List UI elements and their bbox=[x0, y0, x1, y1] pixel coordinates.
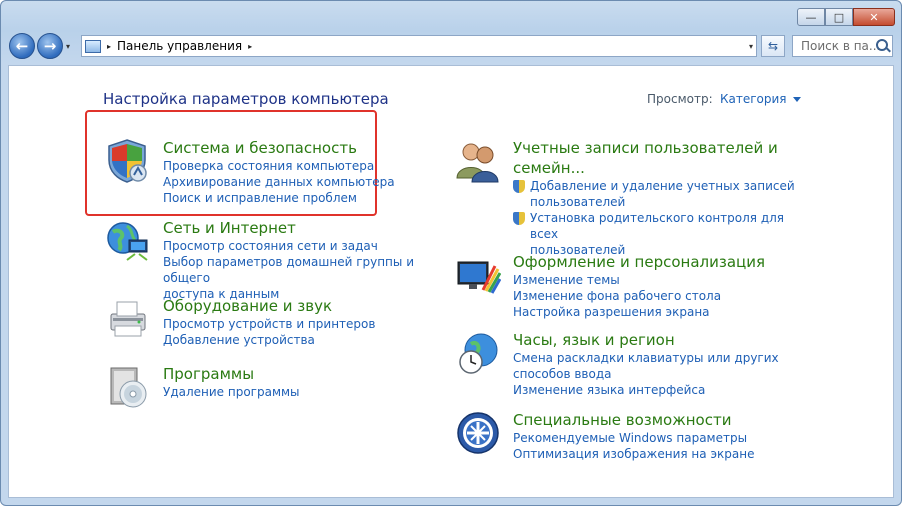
link-parental-controls[interactable]: Установка родительского контроля для все… bbox=[513, 210, 813, 242]
address-bar[interactable]: ▸ Панель управления ▸ ▾ bbox=[81, 35, 757, 57]
refresh-button[interactable]: ⇆ bbox=[761, 35, 785, 57]
accessibility-icon bbox=[457, 412, 499, 454]
category-title[interactable]: Программы bbox=[163, 364, 463, 384]
link-homegroup[interactable]: Выбор параметров домашней группы и общег… bbox=[163, 254, 463, 286]
link-add-device[interactable]: Добавление устройства bbox=[163, 332, 463, 348]
breadcrumb-separator-icon[interactable]: ▸ bbox=[107, 42, 111, 51]
link-add-remove-accounts[interactable]: Добавление и удаление учетных записей bbox=[513, 178, 813, 194]
control-panel-window: — □ ✕ ← → ▾ ▸ Панель управления ▸ ▾ ⇆ По… bbox=[0, 0, 902, 506]
minimize-button[interactable]: — bbox=[797, 8, 825, 26]
caption-buttons: — □ ✕ bbox=[797, 8, 895, 26]
programs-disc-icon bbox=[110, 367, 147, 408]
search-icon[interactable] bbox=[876, 39, 888, 51]
clock-globe-icon bbox=[459, 333, 498, 374]
view-label: Просмотр: bbox=[647, 92, 713, 106]
back-button[interactable]: ← bbox=[9, 33, 35, 59]
control-panel-icon bbox=[85, 39, 101, 53]
forward-button[interactable]: → bbox=[37, 33, 63, 59]
monitor-palette-icon bbox=[457, 261, 501, 294]
link-backup[interactable]: Архивирование данных компьютера bbox=[163, 174, 463, 190]
link-uninstall-program[interactable]: Удаление программы bbox=[163, 384, 463, 400]
breadcrumb-trailing-separator-icon[interactable]: ▸ bbox=[248, 42, 252, 51]
link-keyboard-layout[interactable]: Смена раскладки клавиатуры или других bbox=[513, 350, 813, 366]
breadcrumb-control-panel[interactable]: Панель управления bbox=[117, 39, 242, 53]
link-recommended-settings[interactable]: Рекомендуемые Windows параметры bbox=[513, 430, 813, 446]
category-title[interactable]: Часы, язык и регион bbox=[513, 330, 813, 350]
category-title[interactable]: Учетные записи пользователей и bbox=[513, 138, 813, 158]
navigation-buttons: ← → ▾ bbox=[9, 33, 70, 59]
recent-pages-dropdown[interactable]: ▾ bbox=[66, 42, 70, 51]
category-title[interactable]: Сеть и Интернет bbox=[163, 218, 463, 238]
address-history-dropdown-icon[interactable]: ▾ bbox=[749, 42, 753, 51]
link-keyboard-layout-cont[interactable]: способов ввода bbox=[513, 366, 813, 382]
link-optimize-display[interactable]: Оптимизация изображения на экране bbox=[513, 446, 813, 462]
category-title[interactable]: Система и безопасность bbox=[163, 138, 463, 158]
link-change-background[interactable]: Изменение фона рабочего стола bbox=[513, 288, 813, 304]
network-globe-icon bbox=[107, 222, 148, 261]
main-content: Настройка параметров компьютера Просмотр… bbox=[8, 65, 894, 498]
view-mode-dropdown[interactable]: Категория bbox=[720, 92, 801, 106]
category-title[interactable]: Специальные возможности bbox=[513, 410, 813, 430]
category-title[interactable]: Оборудование и звук bbox=[163, 296, 463, 316]
link-troubleshoot[interactable]: Поиск и исправление проблем bbox=[163, 190, 463, 206]
link-network-status[interactable]: Просмотр состояния сети и задач bbox=[163, 238, 463, 254]
link-devices-printers[interactable]: Просмотр устройств и принтеров bbox=[163, 316, 463, 332]
maximize-button[interactable]: □ bbox=[825, 8, 853, 26]
link-add-remove-accounts-cont[interactable]: пользователей bbox=[513, 194, 813, 210]
users-icon bbox=[456, 143, 499, 183]
category-title[interactable]: Оформление и персонализация bbox=[513, 252, 813, 272]
page-title: Настройка параметров компьютера bbox=[103, 90, 389, 108]
link-screen-resolution[interactable]: Настройка разрешения экрана bbox=[513, 304, 813, 320]
search-box[interactable]: Поиск в па... bbox=[792, 35, 893, 57]
search-placeholder: Поиск в па... bbox=[801, 39, 881, 53]
link-change-theme[interactable]: Изменение темы bbox=[513, 272, 813, 288]
link-check-status[interactable]: Проверка состояния компьютера bbox=[163, 158, 463, 174]
close-button[interactable]: ✕ bbox=[853, 8, 895, 26]
category-title-cont[interactable]: семейн... bbox=[513, 158, 813, 178]
printer-icon bbox=[110, 301, 146, 337]
link-display-language[interactable]: Изменение языка интерфейса bbox=[513, 382, 813, 398]
shield-icon bbox=[108, 139, 147, 183]
